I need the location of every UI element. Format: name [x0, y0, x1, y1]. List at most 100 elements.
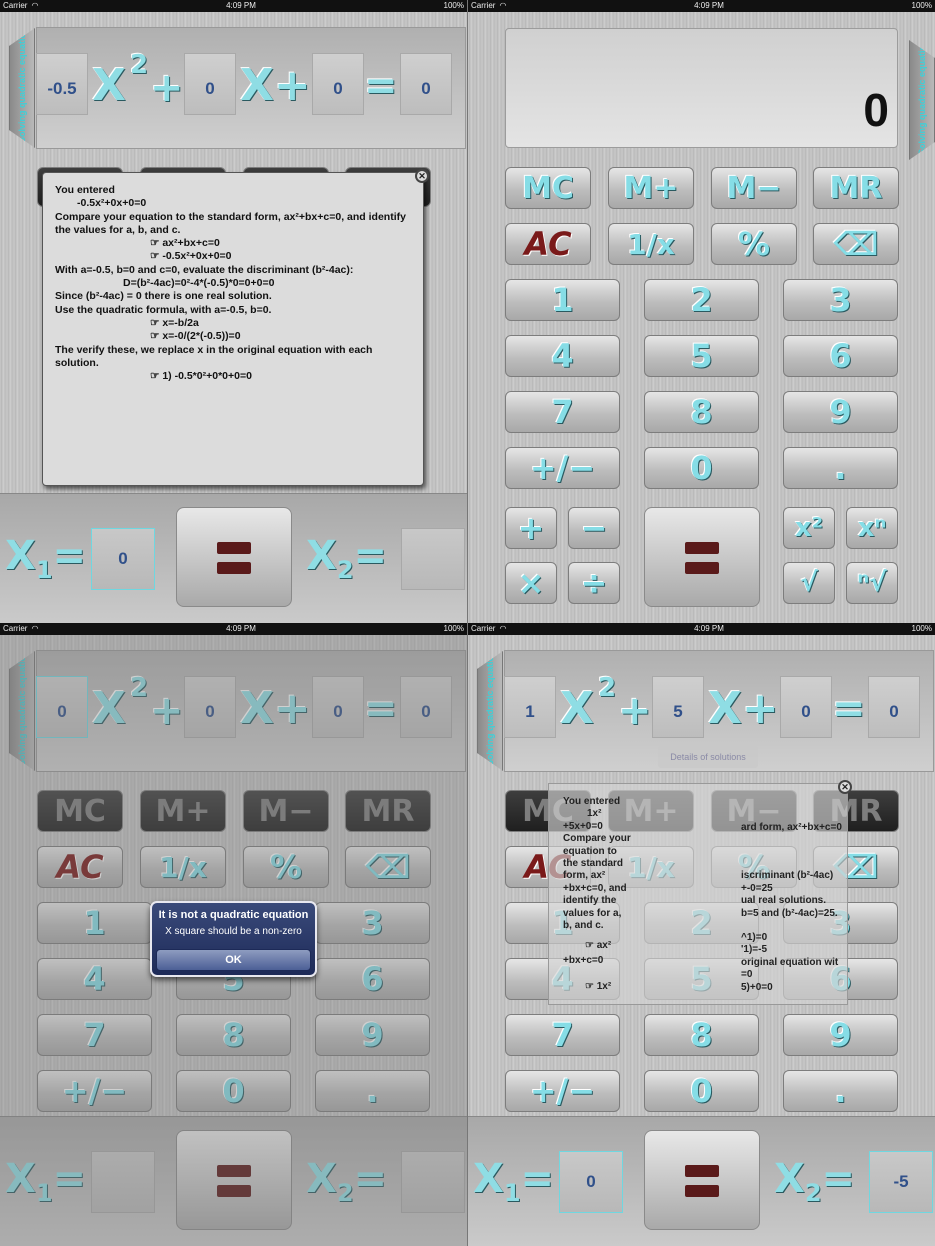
key-subtract[interactable]: −	[568, 507, 620, 549]
x-squared-symbol: X	[92, 60, 126, 111]
popup-line: Compare your	[563, 833, 631, 845]
popup-line: Use the quadratic formula, with a=-0.5, …	[55, 303, 272, 316]
status-bar: Carrier ◠ 4:09 PM 100%	[0, 623, 467, 635]
backspace-icon[interactable]: ⌫	[813, 223, 899, 265]
key-multiply[interactable]: ×	[505, 562, 557, 604]
coef-a-field[interactable]: -0.5	[36, 53, 88, 115]
coef-a-field[interactable]: 1	[504, 676, 556, 738]
quadrant-alert: Carrier ◠ 4:09 PM 100% Solving quadratic eq…	[0, 623, 467, 1246]
key-plusminus[interactable]: +/−	[505, 1070, 620, 1112]
plus-symbol: +	[618, 688, 652, 734]
nth-root-icon[interactable]: ⁿ√	[846, 562, 898, 604]
popup-line: ^1)=0	[741, 932, 768, 944]
popup-line: iscriminant (b²-4ac)	[741, 870, 834, 882]
key-plusminus[interactable]: +/−	[505, 447, 620, 489]
popup-line: the standard	[563, 858, 624, 870]
key-decimal[interactable]: .	[783, 1070, 898, 1112]
solution-details-popup-fading: You entered 1x² +5x+0=0 Compare your equ…	[548, 783, 848, 1005]
rhs-field[interactable]: 0	[400, 53, 452, 115]
key-9[interactable]: 9	[783, 391, 898, 433]
popup-line: ☞ x=-0/(2*(-0.5))=0	[150, 330, 241, 343]
key-4[interactable]: 4	[505, 335, 620, 377]
popup-line: +bx+c=0, and	[563, 882, 627, 894]
key-3[interactable]: 3	[783, 279, 898, 321]
close-icon[interactable]: ✕	[838, 780, 852, 794]
key-2[interactable]: 2	[644, 279, 759, 321]
x2-label: X2=	[774, 1156, 856, 1207]
key-0[interactable]: 0	[644, 447, 759, 489]
key-5[interactable]: 5	[644, 335, 759, 377]
popup-line: 1x²	[587, 808, 602, 820]
equals-button[interactable]	[644, 507, 760, 607]
details-of-solutions-button[interactable]: Details of solutions	[658, 746, 758, 768]
popup-line: ☞ 1x²	[585, 981, 612, 993]
x2-result	[401, 528, 465, 590]
key-mr[interactable]: MR	[813, 167, 899, 209]
quadrant-calculator: Carrier ◠ 4:09 PM 100% 0 Solving quadratic …	[468, 0, 935, 623]
key-ac[interactable]: AC	[505, 223, 591, 265]
key-8[interactable]: 8	[644, 1014, 759, 1056]
exponent-2: 2	[598, 673, 617, 703]
key-8[interactable]: 8	[644, 391, 759, 433]
popup-line: =0	[741, 969, 753, 981]
popup-line: Compare your equation to the standard fo…	[55, 210, 406, 236]
x-symbol: X+	[240, 60, 311, 111]
exponent-2: 2	[130, 50, 149, 80]
key-reciprocal[interactable]: 1/x	[608, 223, 694, 265]
x1-label: X1=	[5, 533, 87, 584]
popup-line: You entered	[563, 796, 621, 807]
square-root-icon[interactable]: √	[783, 562, 835, 604]
x1-label: X1=	[473, 1156, 555, 1207]
popup-line: +5x+0=0	[563, 820, 603, 832]
key-percent[interactable]: %	[711, 223, 797, 265]
popup-line: original equation wit	[741, 956, 839, 968]
popup-line: ard form, ax²+bx+c=0	[741, 822, 842, 833]
coef-c-field[interactable]: 0	[312, 53, 364, 115]
popup-line: With a=-0.5, b=0 and c=0, evaluate the d…	[55, 263, 354, 276]
popup-line: 5)+0=0	[741, 981, 773, 993]
key-6[interactable]: 6	[783, 335, 898, 377]
solving-tab[interactable]: Solving quadratic equations	[9, 28, 35, 148]
plus-symbol: +	[150, 65, 184, 111]
equals-symbol: =	[832, 686, 866, 732]
popup-line: +bx+c=0	[563, 954, 604, 966]
solve-button[interactable]	[644, 1130, 760, 1230]
key-mminus[interactable]: M−	[711, 167, 797, 209]
rhs-field[interactable]: 0	[868, 676, 920, 738]
status-bar: Carrier ◠ 4:09 PM 100%	[468, 623, 935, 635]
popup-line: ual real solutions.	[741, 895, 827, 907]
key-mplus[interactable]: M+	[608, 167, 694, 209]
popup-line: ☞ x=-b/2a	[150, 316, 199, 329]
solving-tab[interactable]: Solving quadratic equations	[909, 40, 935, 160]
key-power[interactable]: xⁿ	[846, 507, 898, 549]
key-1[interactable]: 1	[505, 279, 620, 321]
solution-details-popup: You entered -0.5x²+0x+0=0 Compare your e…	[42, 172, 424, 486]
popup-right-column: ard form, ax²+bx+c=0 iscriminant (b²-4ac…	[741, 822, 849, 994]
alert-title: It is not a quadratic equation	[158, 909, 309, 921]
key-divide[interactable]: ÷	[568, 562, 620, 604]
key-9[interactable]: 9	[783, 1014, 898, 1056]
popup-line: b=5 and (b²-4ac)=25.	[741, 907, 838, 919]
coef-b-field[interactable]: 5	[652, 676, 704, 738]
coef-c-field[interactable]: 0	[780, 676, 832, 738]
key-decimal[interactable]: .	[783, 447, 898, 489]
popup-line: +-0=25	[741, 882, 773, 894]
solving-tab[interactable]: Solving quadratic equations	[477, 651, 503, 771]
ok-button[interactable]: OK	[156, 949, 311, 971]
coef-b-field[interactable]: 0	[184, 53, 236, 115]
popup-line: The verify these, we replace x in the or…	[55, 343, 373, 369]
key-mc[interactable]: MC	[505, 167, 591, 209]
quadrant-solved: Carrier ◠ 4:09 PM 100% Solving quadratic eq…	[468, 623, 935, 1246]
key-7[interactable]: 7	[505, 1014, 620, 1056]
alert-dialog: It is not a quadratic equation X square …	[150, 901, 317, 977]
popup-line: D=(b²-4ac)=0²-4*(-0.5)*0=0+0=0	[123, 277, 275, 290]
close-icon[interactable]: ✕	[415, 169, 429, 183]
solve-button[interactable]	[176, 507, 292, 607]
key-7[interactable]: 7	[505, 391, 620, 433]
key-square[interactable]: x²	[783, 507, 835, 549]
key-0[interactable]: 0	[644, 1070, 759, 1112]
x-squared-symbol: X	[560, 683, 594, 734]
popup-left-column: You entered 1x² +5x+0=0 Compare your equ…	[563, 796, 643, 994]
popup-line: -0.5x²+0x+0=0	[77, 197, 147, 210]
key-add[interactable]: +	[505, 507, 557, 549]
